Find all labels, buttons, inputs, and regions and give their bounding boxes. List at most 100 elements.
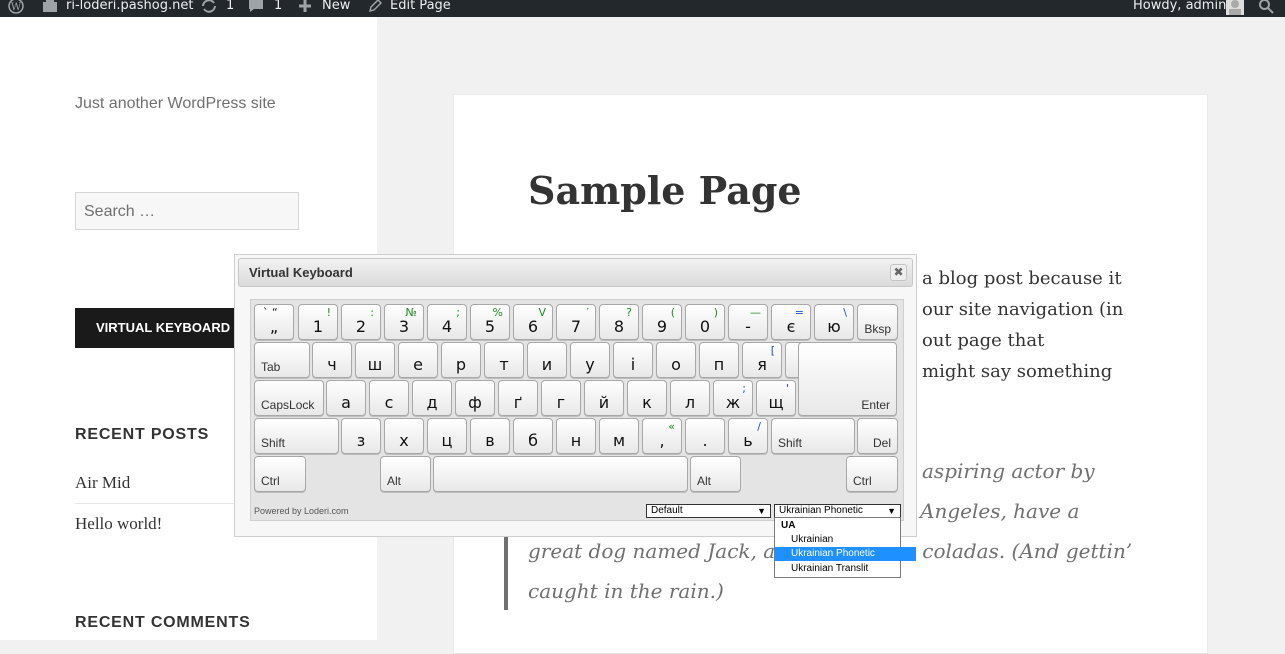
key[interactable]: ф [455,380,495,416]
edit-page-link[interactable]: Edit Page [390,0,451,16]
backspace-key[interactable]: Bksp [857,304,898,340]
dropdown-option[interactable]: Ukrainian Translit [775,562,916,576]
shift-key-right[interactable]: Shift [771,418,855,454]
dropdown-option-selected[interactable]: Ukrainian Phonetic [775,547,916,561]
key-label: 1 [312,317,324,336]
howdy-link[interactable]: Howdy, admin [1133,0,1226,16]
ctrl-key-right[interactable]: Ctrl [846,456,898,492]
updates-count[interactable]: 1 [226,0,234,16]
virtual-keyboard-button[interactable]: VIRTUAL KEYBOARD [75,308,235,348]
key[interactable]: ц [427,418,467,454]
language-select[interactable]: Ukrainian Phonetic ▼ [774,504,901,518]
dropdown-option[interactable]: Ukrainian [775,533,916,547]
key[interactable]: р [441,342,481,378]
key[interactable]: щ ' [756,380,796,416]
key[interactable]: н [556,418,596,454]
key[interactable]: 6V [513,304,553,340]
site-name-link[interactable]: ri-loderi.pashog.net [66,0,193,16]
key[interactable]: г [541,380,581,416]
key[interactable]: в [470,418,510,454]
key[interactable]: , « [642,418,682,454]
key[interactable]: ш [355,342,395,378]
key[interactable]: с [369,380,409,416]
key[interactable]: ґ [498,380,538,416]
key[interactable]: л [670,380,710,416]
powered-by-link[interactable]: Powered by Loderi.com [254,506,349,516]
shift-key-left[interactable]: Shift [254,418,339,454]
key[interactable]: 8? [599,304,639,340]
key[interactable]: 0) [685,304,725,340]
post-link[interactable]: Hello world! [75,514,162,534]
pencil-icon[interactable] [368,0,383,16]
key-label: є [786,317,796,336]
key[interactable]: ю \ [814,304,854,340]
key[interactable]: е [398,342,438,378]
key[interactable]: а [326,380,366,416]
page-text-line: out page that [922,330,1045,351]
key-secondary-label: ? [626,306,632,319]
key-label: 7 [570,317,582,336]
key[interactable]: к [627,380,667,416]
capslock-key[interactable]: CapsLock [254,380,324,416]
key-label: т [499,355,509,374]
key[interactable]: ж; [713,380,753,416]
alt-key-left[interactable]: Alt [380,456,431,492]
key[interactable]: з [341,418,381,454]
key[interactable]: х [384,418,424,454]
ctrl-key-left[interactable]: Ctrl [254,456,306,492]
key[interactable]: 1! [298,304,338,340]
key[interactable]: 7 ′ [556,304,596,340]
comments-icon[interactable] [248,0,264,16]
close-icon[interactable]: ✖ [890,264,907,281]
comments-count[interactable]: 1 [274,0,282,16]
key-label: р [455,355,467,374]
key[interactable]: 5% [470,304,510,340]
key[interactable]: я[ [742,342,782,378]
tab-key[interactable]: Tab [254,342,310,378]
avatar[interactable] [1226,0,1244,16]
quote-line: Angeles, have a [920,499,1080,523]
key[interactable]: д [412,380,452,416]
key[interactable]: т [484,342,524,378]
new-link[interactable]: New [322,0,350,16]
wordpress-logo-icon[interactable]: W [8,0,24,16]
key[interactable]: . [685,418,725,454]
key[interactable]: у [570,342,610,378]
key[interactable]: 3 № [384,304,424,340]
key[interactable]: і [613,342,653,378]
key-label: п [713,355,725,374]
space-key[interactable] [433,456,688,492]
key[interactable]: м [599,418,639,454]
key[interactable]: й [584,380,624,416]
key-label: ю [827,317,841,336]
key[interactable]: ч [312,342,352,378]
key[interactable]: 2: [341,304,381,340]
key-secondary-label: ) [713,306,718,319]
key[interactable]: ь / [728,418,768,454]
key-label: о [671,355,681,374]
keyboard-title-bar[interactable]: Virtual Keyboard ✖ [238,258,913,287]
updates-icon[interactable] [200,0,218,16]
key[interactable]: 4; [427,304,467,340]
recent-comments-title: RECENT COMMENTS [75,614,251,631]
key[interactable]: и [527,342,567,378]
enter-key[interactable]: Enter [798,342,897,416]
key[interactable]: п [699,342,739,378]
key[interactable]: - — [728,304,768,340]
key-secondary-label: ′ [586,306,590,319]
search-input[interactable]: Search … [75,192,299,230]
search-icon[interactable] [1258,0,1274,16]
plus-icon[interactable] [298,0,312,16]
delete-key[interactable]: Del [857,418,898,454]
key[interactable]: є = [771,304,811,340]
alt-key-right[interactable]: Alt [690,456,741,492]
layout-select[interactable]: Default ▼ [646,504,771,518]
key[interactable]: о [656,342,696,378]
key[interactable]: 9( [642,304,682,340]
key-secondary-label: ; [456,306,460,319]
dropdown-group-label: UA [781,520,796,531]
key[interactable]: б [513,418,553,454]
post-link[interactable]: Air Mid [75,473,130,493]
site-icon[interactable] [42,0,58,16]
key[interactable]: „ ` “ [254,304,294,340]
